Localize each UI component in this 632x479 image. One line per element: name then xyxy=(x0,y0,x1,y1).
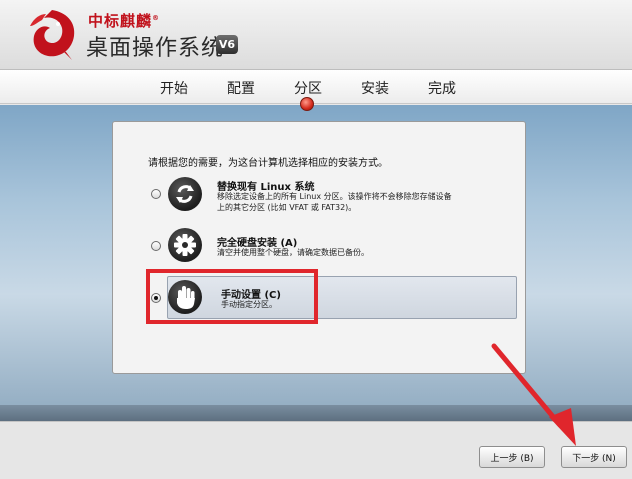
header-bar: 中标麒麟® 桌面操作系统 V6 xyxy=(0,0,632,70)
option-desc-replace-linux: 移除选定设备上的所有 Linux 分区。该操作将不会移除您存储设备 上的其它分区… xyxy=(217,192,452,212)
current-step-indicator xyxy=(300,97,314,111)
brand-name: 中标麒麟® xyxy=(88,12,161,30)
dragon-logo-icon xyxy=(30,10,75,60)
step-start: 开始 xyxy=(160,81,188,97)
radio-full-disk[interactable] xyxy=(151,241,161,251)
product-title: 桌面操作系统 xyxy=(86,36,225,61)
radio-replace-linux[interactable] xyxy=(151,189,161,199)
install-steps-bar: 开始 配置 分区 安装 完成 xyxy=(0,70,632,104)
version-badge: V6 xyxy=(216,35,238,54)
step-config: 配置 xyxy=(227,81,255,97)
install-method-panel: 请根据您的需要，为这台计算机选择相应的安装方式。 替换现有 Linux 系统 移… xyxy=(112,121,526,374)
option-desc-full-disk: 清空并使用整个硬盘，请确定数据已备份。 xyxy=(217,248,369,257)
next-button[interactable]: 下一步 (N) xyxy=(561,446,627,468)
install-prompt: 请根据您的需要，为这台计算机选择相应的安装方式。 xyxy=(148,158,388,169)
refresh-arrows-icon xyxy=(168,177,202,211)
step-finish: 完成 xyxy=(428,81,456,97)
annotation-highlight-box xyxy=(146,269,318,324)
background-band xyxy=(0,405,632,421)
step-partition: 分区 xyxy=(294,81,322,97)
step-install: 安装 xyxy=(361,81,389,97)
back-button[interactable]: 上一步 (B) xyxy=(479,446,545,468)
gear-icon xyxy=(168,228,202,262)
